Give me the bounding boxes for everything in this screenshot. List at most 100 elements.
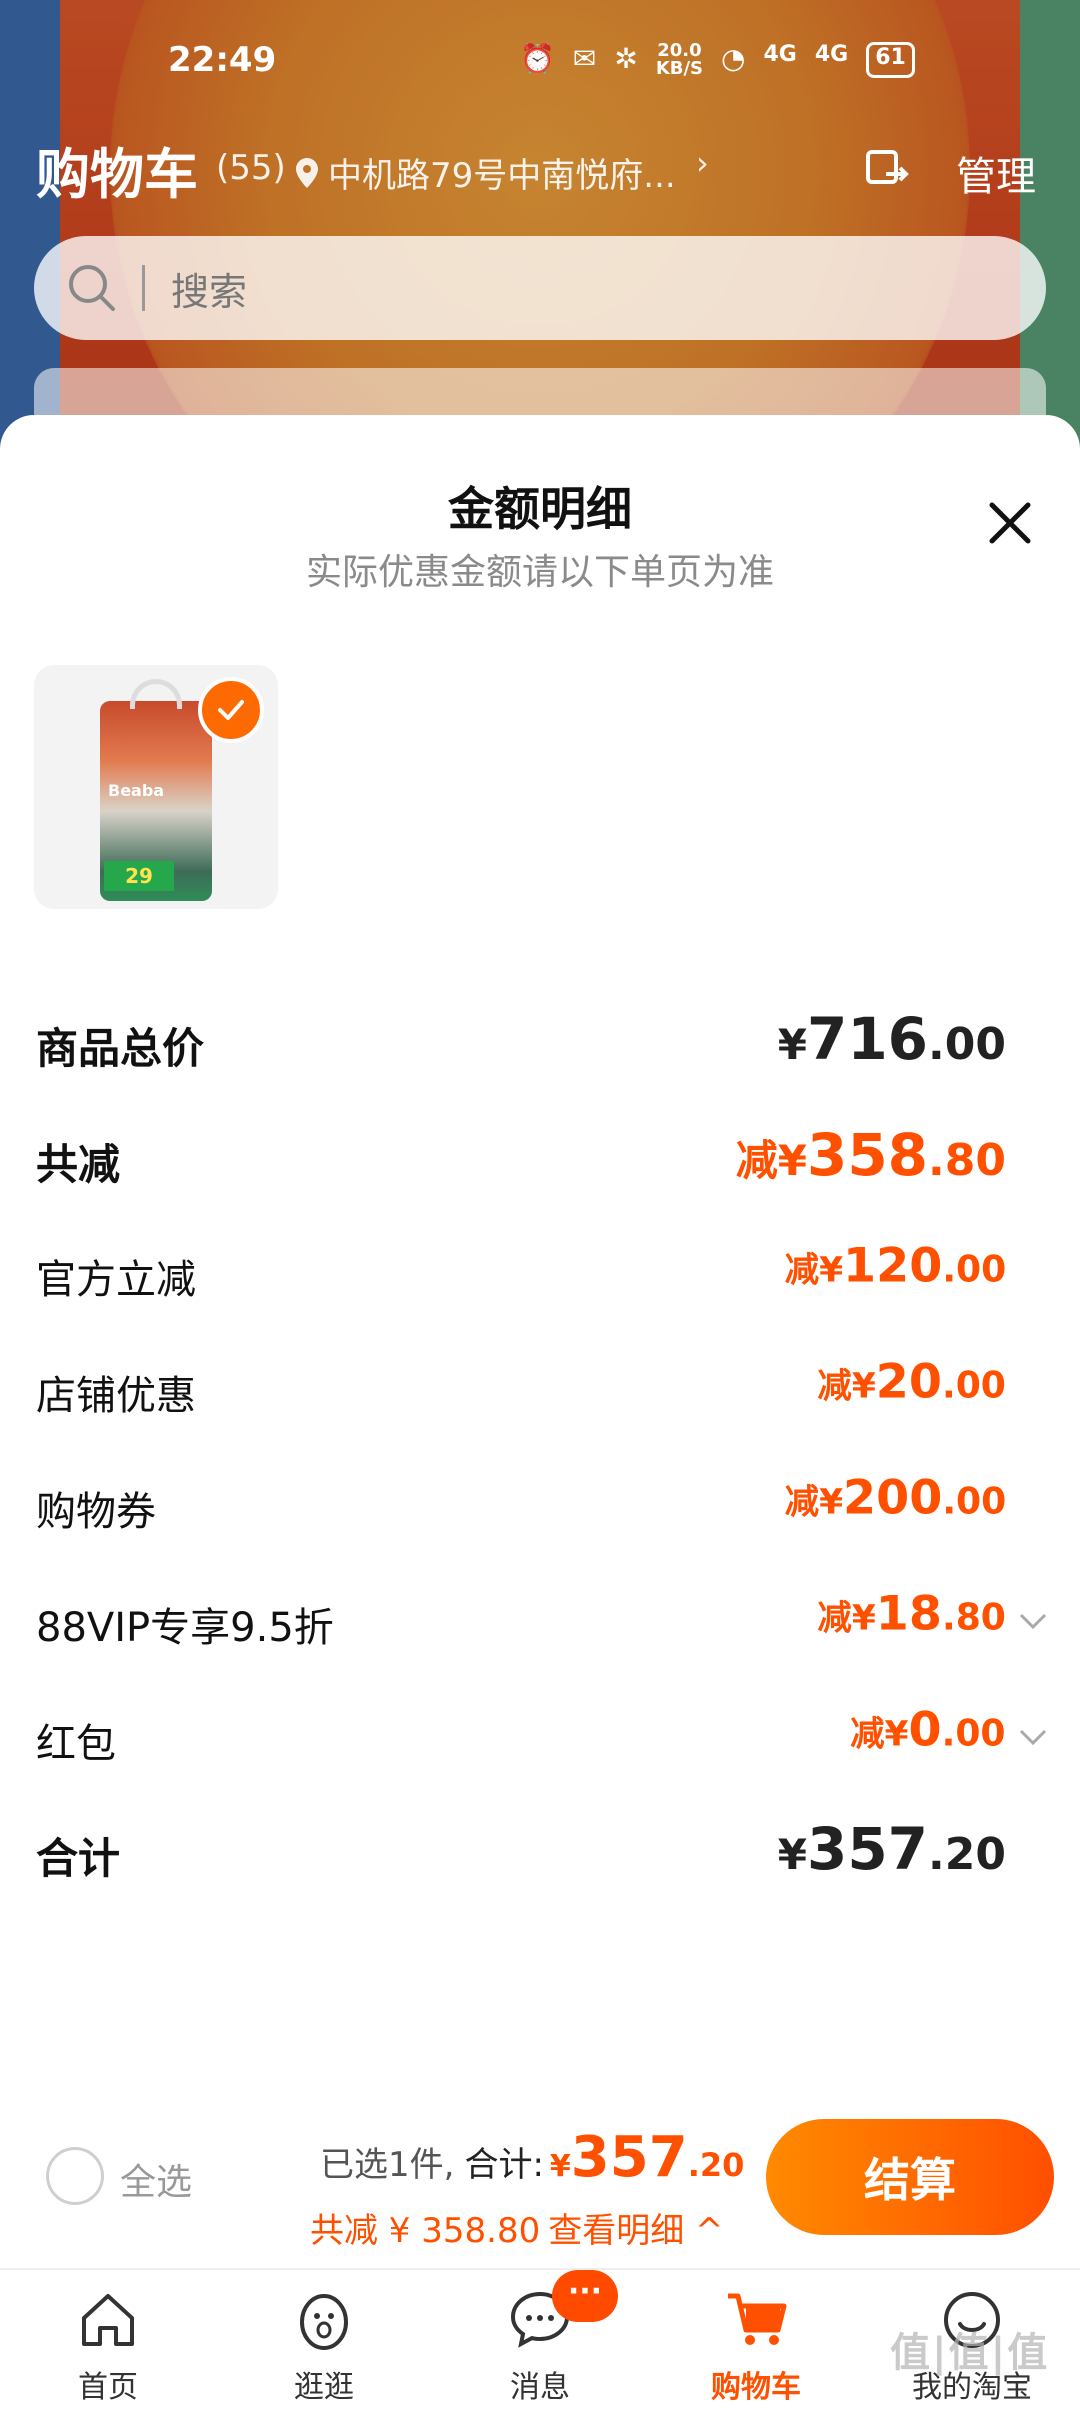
signal-4g-2: 4G — [814, 42, 849, 67]
value-int: 20 — [875, 1353, 943, 1409]
value-dec: .00 — [942, 1248, 1006, 1291]
value-int: 120 — [842, 1237, 943, 1293]
search-icon — [69, 265, 115, 311]
value-int: 716 — [806, 1005, 929, 1073]
value-prefix: 减¥ — [735, 1136, 807, 1185]
search-placeholder: 搜索 — [171, 269, 248, 314]
tab-cart[interactable]: 购物车 — [648, 2270, 864, 2412]
row-value: 减¥ 18.80 — [817, 1585, 1006, 1641]
selected-check-icon — [198, 677, 264, 743]
value-dec: .00 — [942, 1712, 1006, 1755]
checkout-button[interactable]: 结算 — [766, 2119, 1054, 2235]
value-prefix: 减¥ — [784, 1481, 843, 1522]
net-speed: 20.0 KB/S — [655, 40, 704, 79]
row-label: 合计 — [36, 1834, 121, 1883]
row-label: 店铺优惠 — [36, 1373, 196, 1419]
value-int: 18 — [875, 1585, 943, 1641]
row-value: 减¥ 358.80 — [736, 1121, 1006, 1189]
row-label: 共减 — [36, 1140, 121, 1189]
value-prefix: 减¥ — [784, 1249, 843, 1290]
value-int: 0 — [908, 1701, 943, 1757]
product-badge-text: 29 — [104, 861, 174, 891]
value-int: 200 — [842, 1469, 943, 1525]
row-label: 购物券 — [36, 1489, 156, 1535]
product-brand-text: Beaba — [108, 781, 165, 800]
value-dec: .20 — [928, 1829, 1006, 1880]
status-time: 22:49 — [168, 40, 277, 80]
tab-label: 逛逛 — [294, 2370, 354, 2405]
row-value: ¥716.00 — [778, 1005, 1006, 1073]
value-dec: .80 — [928, 1135, 1006, 1186]
row-red-packet[interactable]: 红包 减¥ 0.00 — [36, 1701, 1048, 1781]
chevron-down-icon[interactable] — [1018, 1727, 1048, 1747]
address-arrow-icon: › — [696, 144, 709, 182]
row-goods-total: 商品总价 ¥716.00 — [36, 1005, 1048, 1085]
tab-home[interactable]: 首页 — [0, 2270, 216, 2412]
bluetooth-icon: ✲ — [614, 42, 638, 75]
delivery-address[interactable]: 中机路79号中南悦府... — [296, 148, 676, 197]
row-value: 减¥ 200.00 — [784, 1469, 1006, 1525]
cart-item-count: (55) — [216, 148, 286, 188]
value-dec: .00 — [928, 1019, 1006, 1070]
selected-count: 已选1件, — [320, 2145, 455, 2185]
value-prefix: ¥ — [777, 1020, 807, 1069]
row-label: 商品总价 — [36, 1024, 205, 1073]
close-icon[interactable] — [980, 493, 1040, 553]
bag-handle — [130, 679, 182, 709]
switch-view-icon[interactable] — [862, 144, 912, 194]
row-grand-total: 合计 ¥357.20 — [36, 1815, 1048, 1895]
watermark: 值|值|值 — [890, 2330, 1050, 2376]
browse-icon — [300, 2294, 348, 2350]
status-bar: 22:49 ⏰ ✉ ✲ 20.0 KB/S ◔ 4G 4G 61 — [0, 30, 1080, 94]
notification-icon: ✉ — [572, 42, 597, 75]
alarm-icon: ⏰ — [520, 42, 555, 75]
total-int: 357 — [570, 2125, 688, 2190]
value-prefix: 减¥ — [817, 1365, 876, 1406]
row-label: 红包 — [36, 1721, 116, 1767]
value-dec: .00 — [942, 1364, 1006, 1407]
location-pin-icon — [296, 157, 318, 188]
tab-label: 购物车 — [711, 2370, 801, 2405]
message-badge: ··· — [552, 2270, 618, 2322]
value-dec: .00 — [942, 1480, 1006, 1523]
row-shopping-coupon: 购物券 减¥ 200.00 — [36, 1469, 1048, 1549]
row-label: 官方立减 — [36, 1257, 196, 1303]
row-label: 88VIP专享9.5折 — [36, 1605, 334, 1651]
checkout-bar: 全选 已选1件, 合计: ¥357.20 共减 ¥ 358.80 查看明细 ^ … — [0, 2095, 1080, 2265]
search-bar[interactable]: 搜索 — [34, 236, 1046, 340]
tab-label: 消息 — [510, 2370, 570, 2405]
price-detail-sheet: 金额明细 实际优惠金额请以下单页为准 Beaba 29 商品总价 ¥716.00… — [0, 415, 1080, 2095]
chevron-down-icon[interactable] — [1018, 1611, 1048, 1631]
product-image: Beaba 29 — [100, 679, 212, 901]
search-divider — [142, 265, 145, 311]
row-value: 减¥ 0.00 — [851, 1701, 1006, 1757]
wifi-icon: ◔ — [721, 42, 746, 75]
cart-icon — [728, 2293, 787, 2345]
row-store-discount: 店铺优惠 减¥ 20.00 — [36, 1353, 1048, 1433]
row-value: 减¥ 20.00 — [817, 1353, 1006, 1409]
value-int: 357 — [806, 1815, 929, 1883]
manage-button[interactable]: 管理 — [956, 144, 1036, 202]
total-prefix: ¥ — [549, 2149, 571, 2184]
battery-icon: 61 — [866, 42, 915, 78]
view-detail-link[interactable]: 查看明细 ^ — [548, 2203, 723, 2252]
value-prefix: ¥ — [777, 1830, 807, 1879]
tab-browse[interactable]: 逛逛 — [216, 2270, 432, 2412]
row-value: 减¥ 120.00 — [784, 1237, 1006, 1293]
home-icon — [82, 2294, 134, 2346]
address-text: 中机路79号中南悦府... — [328, 156, 676, 196]
page-title: 购物车 — [36, 143, 198, 206]
row-88vip-discount[interactable]: 88VIP专享9.5折 减¥ 18.80 — [36, 1585, 1048, 1665]
sheet-subtitle: 实际优惠金额请以下单页为准 — [305, 552, 774, 593]
discount-detail-line[interactable]: 共减 ¥ 358.80 查看明细 ^ — [310, 2203, 724, 2252]
total-amount: ¥357.20 — [550, 2125, 744, 2190]
row-total-discount: 共减 减¥ 358.80 — [36, 1121, 1048, 1201]
select-all-label[interactable]: 全选 — [120, 2153, 192, 2205]
signal-4g-1: 4G — [763, 42, 797, 67]
sheet-title: 金额明细 — [448, 482, 632, 536]
value-dec: .80 — [942, 1596, 1006, 1639]
discount-text: 共减 ¥ 358.80 — [310, 2211, 541, 2251]
status-icons: ⏰ ✉ ✲ 20.0 KB/S ◔ 4G 4G 61 — [520, 42, 915, 78]
select-all-checkbox[interactable] — [46, 2147, 104, 2205]
value-prefix: 减¥ — [850, 1713, 909, 1754]
